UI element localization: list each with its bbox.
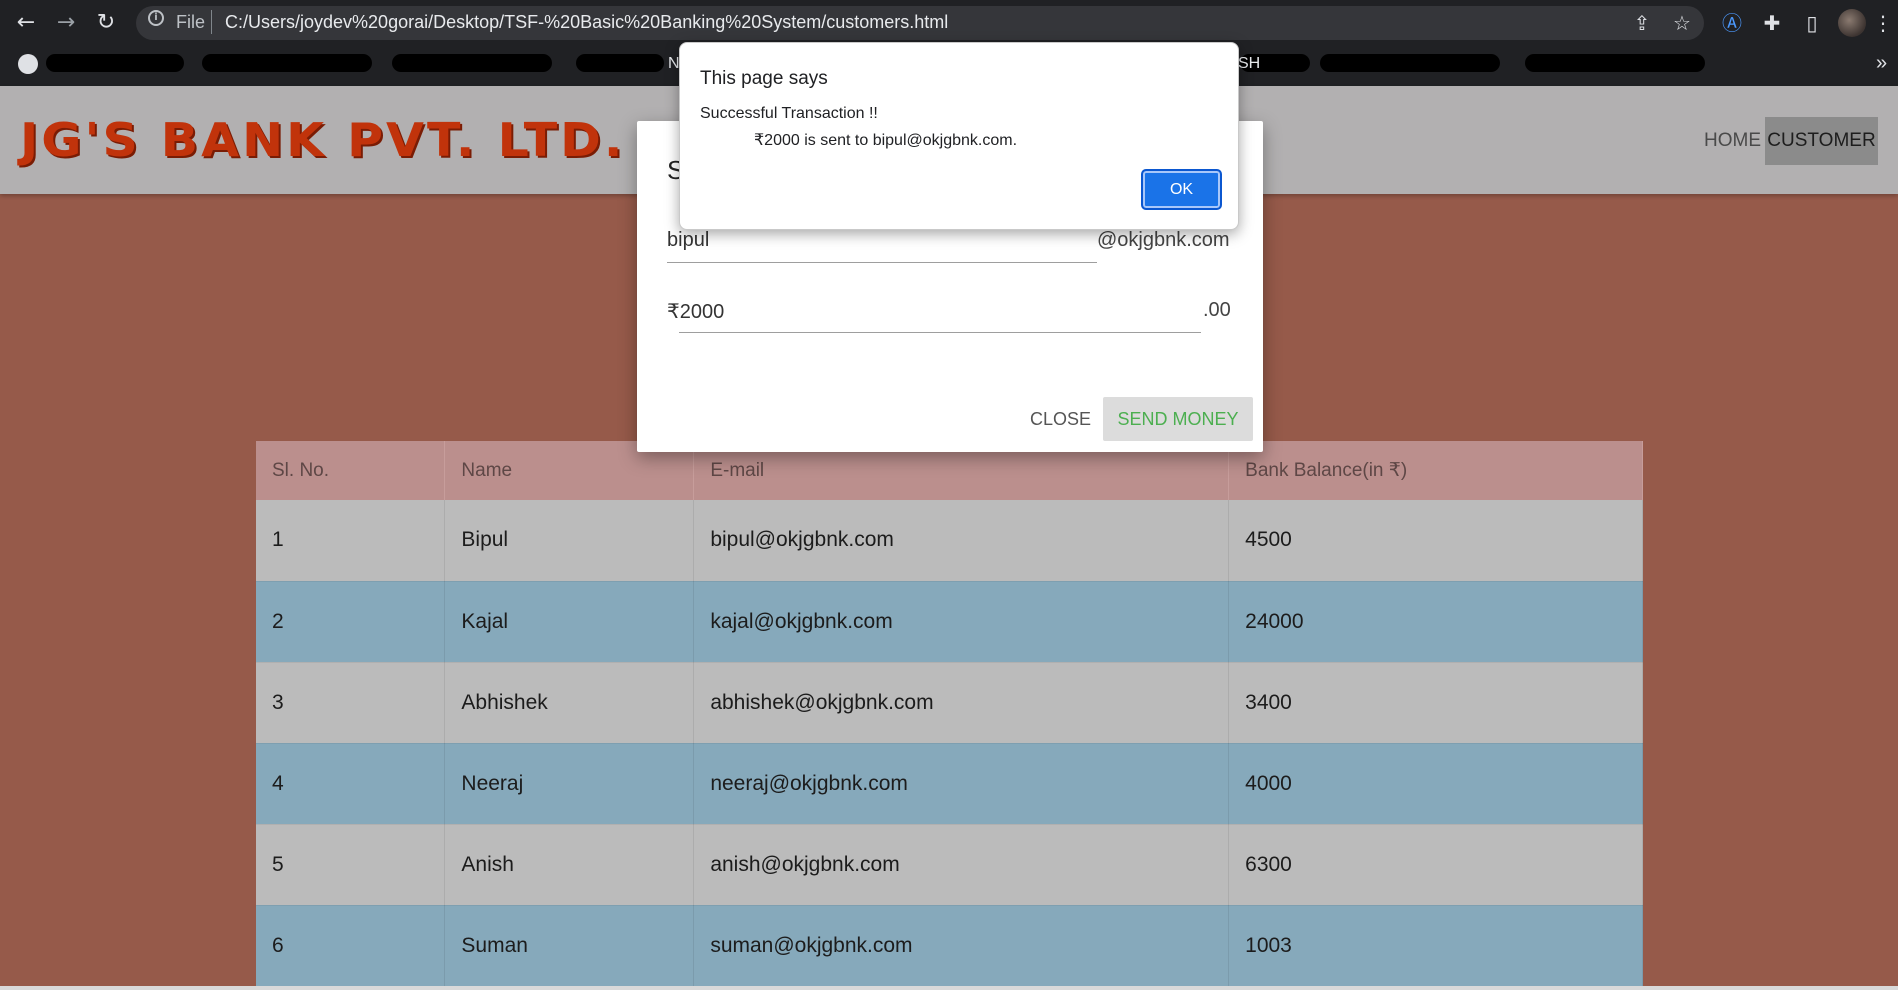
redacted-bookmark	[576, 54, 664, 72]
redacted-bookmark	[1525, 54, 1705, 72]
close-button[interactable]: CLOSE	[1020, 397, 1101, 441]
header-balance: Bank Balance(in ₹)	[1228, 441, 1643, 500]
extension-a-icon[interactable]: Ⓐ	[1719, 10, 1745, 36]
url-text[interactable]: C:/Users/joydev%20gorai/Desktop/TSF-%20B…	[225, 12, 948, 33]
cell-balance: 24000	[1228, 581, 1643, 663]
file-scheme-label: File	[176, 12, 206, 32]
alert-message-line1: Successful Transaction !!	[700, 105, 878, 122]
cell-balance: 3400	[1228, 662, 1643, 744]
cell-email: suman@okjgbnk.com	[693, 905, 1230, 987]
table-row[interactable]: 4 Neeraj neeraj@okjgbnk.com 4000	[256, 743, 1643, 825]
redacted-bookmark	[46, 54, 184, 72]
table-row[interactable]: 1 Bipul bipul@okjgbnk.com 4500	[256, 500, 1643, 582]
redacted-bookmark	[1320, 54, 1500, 72]
cell-balance: 6300	[1228, 824, 1643, 906]
customers-table: Sl. No. Name E-mail Bank Balance(in ₹) 1…	[256, 441, 1643, 987]
cell-name: Bipul	[444, 500, 695, 582]
redacted-bookmark	[392, 54, 552, 72]
receiver-domain-suffix: @okjgbnk.com	[1097, 229, 1230, 251]
nav-customer-link[interactable]: CUSTOMER	[1765, 117, 1878, 165]
cell-balance: 1003	[1228, 905, 1643, 987]
globe-icon[interactable]	[18, 54, 38, 74]
cell-balance: 4500	[1228, 500, 1643, 582]
cell-sl-no: 2	[256, 581, 446, 663]
profile-avatar[interactable]	[1838, 9, 1866, 37]
cell-name: Abhishek	[444, 662, 695, 744]
amount-decimal-suffix: .00	[1203, 299, 1231, 321]
extensions-puzzle-icon[interactable]: ✚	[1759, 10, 1785, 36]
menu-kebab-icon[interactable]: ⋮	[1870, 10, 1896, 36]
cell-name: Anish	[444, 824, 695, 906]
amount-input[interactable]: ₹2000	[667, 299, 724, 324]
table-row[interactable]: 5 Anish anish@okjgbnk.com 6300	[256, 824, 1643, 906]
reload-icon[interactable]: ↻	[92, 9, 120, 37]
table-row[interactable]: 3 Abhishek abhishek@okjgbnk.com 3400	[256, 662, 1643, 744]
cell-sl-no: 3	[256, 662, 446, 744]
side-panel-icon[interactable]: ▯	[1799, 10, 1825, 36]
table-row[interactable]: 6 Suman suman@okjgbnk.com 1003	[256, 905, 1643, 987]
ok-button[interactable]: OK	[1141, 169, 1222, 210]
cell-name: Suman	[444, 905, 695, 987]
nav-home-link[interactable]: HOME	[1694, 117, 1771, 165]
bookmark-star-icon[interactable]: ☆	[1669, 10, 1695, 36]
cell-name: Kajal	[444, 581, 695, 663]
forward-arrow-icon[interactable]: →	[52, 9, 80, 37]
cell-email: abhishek@okjgbnk.com	[693, 662, 1230, 744]
share-icon[interactable]: ⇪	[1629, 10, 1655, 36]
redacted-bookmark	[202, 54, 372, 72]
cell-sl-no: 5	[256, 824, 446, 906]
cell-email: kajal@okjgbnk.com	[693, 581, 1230, 663]
bank-logo: JG'S BANK PVT. LTD.	[20, 113, 626, 168]
address-divider	[211, 10, 212, 34]
bookmark-fragment[interactable]: SH	[1238, 55, 1260, 73]
cell-balance: 4000	[1228, 743, 1643, 825]
cell-name: Neeraj	[444, 743, 695, 825]
cell-email: bipul@okjgbnk.com	[693, 500, 1230, 582]
alert-message-line2: ₹2000 is sent to bipul@okjgbnk.com.	[754, 132, 1018, 149]
page-scrollbar-track	[0, 986, 1898, 990]
cell-email: neeraj@okjgbnk.com	[693, 743, 1230, 825]
alert-title: This page says	[700, 68, 828, 89]
cell-sl-no: 1	[256, 500, 446, 582]
alert-dialog: This page says Successful Transaction !!…	[679, 42, 1239, 230]
cell-sl-no: 6	[256, 905, 446, 987]
send-money-button[interactable]: SEND MONEY	[1103, 397, 1253, 441]
site-info-icon[interactable]: i	[148, 10, 164, 26]
header-sl-no: Sl. No.	[256, 441, 446, 500]
table-row[interactable]: 2 Kajal kajal@okjgbnk.com 24000	[256, 581, 1643, 663]
cell-sl-no: 4	[256, 743, 446, 825]
more-bookmarks-icon[interactable]: »	[1876, 52, 1887, 75]
back-arrow-icon[interactable]: ←	[12, 9, 40, 37]
cell-email: anish@okjgbnk.com	[693, 824, 1230, 906]
bookmark-fragment[interactable]: N	[668, 55, 680, 73]
amount-input-underline[interactable]	[679, 289, 1201, 333]
